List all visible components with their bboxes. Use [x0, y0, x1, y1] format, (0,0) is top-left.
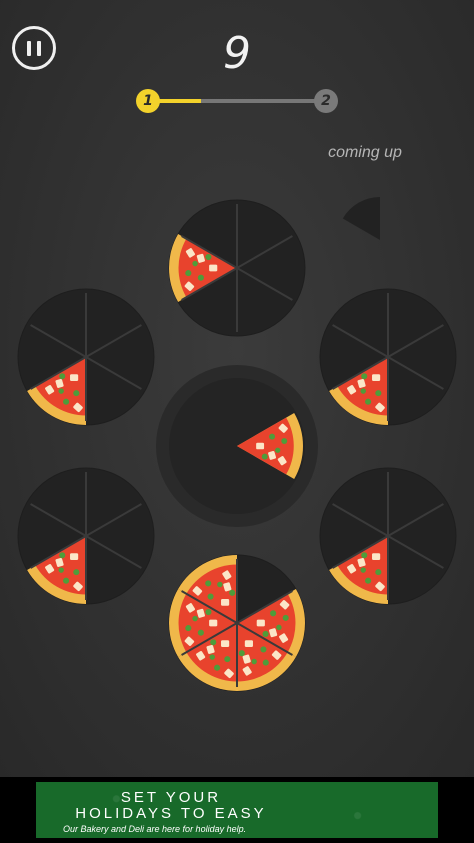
- plate-upper-right[interactable]: [319, 288, 457, 426]
- slice-preview-icon: [342, 197, 380, 240]
- ad-bar: SET YOUR HOLIDAYS TO EASY Our Bakery and…: [0, 777, 474, 843]
- plate-bottom[interactable]: [168, 554, 306, 692]
- game-board: [17, 197, 457, 692]
- plate-upper-left[interactable]: [17, 288, 155, 426]
- ad-subline: Our Bakery and Deli are here for holiday…: [63, 824, 247, 834]
- plate-lower-left[interactable]: [17, 467, 155, 605]
- ad-banner[interactable]: SET YOUR HOLIDAYS TO EASY Our Bakery and…: [36, 782, 438, 838]
- plate-top[interactable]: [168, 199, 306, 337]
- game-area: 9 1 2 coming up: [0, 0, 474, 777]
- ad-headline: SET YOUR HOLIDAYS TO EASY: [75, 789, 267, 822]
- plate-lower-right[interactable]: [319, 467, 457, 605]
